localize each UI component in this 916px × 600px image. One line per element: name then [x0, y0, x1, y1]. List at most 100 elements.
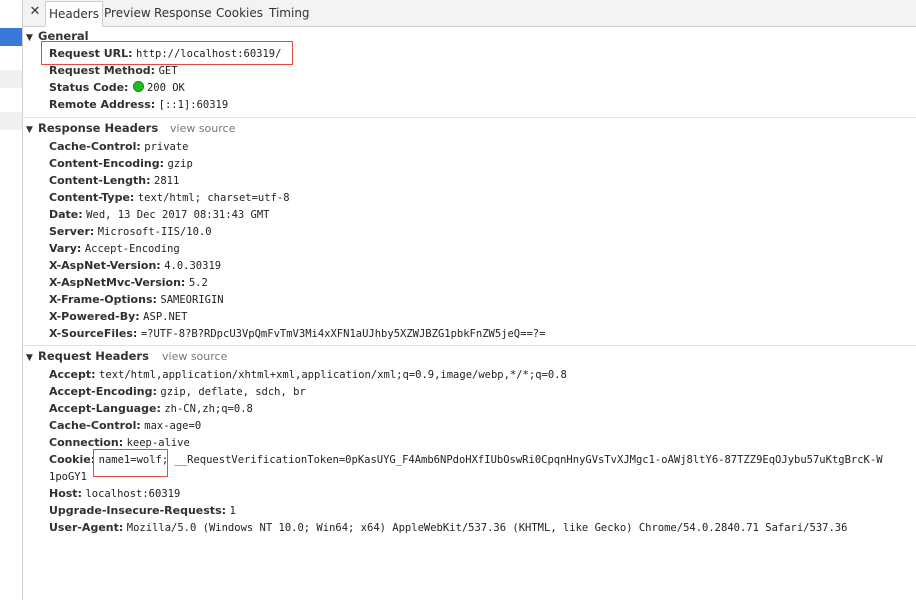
header-name: User-Agent:	[49, 521, 124, 534]
header-value: SAMEORIGIN	[160, 294, 224, 306]
header-row: Status Code: 200 OK	[49, 79, 916, 96]
header-row: Server: Microsoft-IIS/10.0	[49, 223, 916, 240]
header-name: Content-Length:	[49, 174, 151, 187]
triangle-down-icon[interactable]: ▼	[26, 350, 38, 367]
request-list-strip[interactable]	[0, 0, 23, 600]
header-name: X-Powered-By:	[49, 310, 140, 323]
header-value: gzip, deflate, sdch, br	[160, 386, 306, 398]
header-value: 200 OK	[146, 82, 185, 94]
header-row: X-SourceFiles: =?UTF-8?B?RDpcU3VpQmFvTmV…	[49, 325, 916, 342]
section-title: Response Headers	[38, 121, 159, 135]
tab-preview[interactable]: Preview	[101, 1, 154, 26]
header-row: Cookie: name1=wolf; __RequestVerificatio…	[49, 451, 916, 468]
header-name: Status Code:	[49, 81, 129, 94]
header-row: Vary: Accept-Encoding	[49, 240, 916, 257]
response-headers-section-header[interactable]: ▼ Response Headers view source	[23, 120, 916, 137]
header-value: 1poGY1	[49, 471, 87, 483]
tab-timing[interactable]: Timing	[266, 1, 313, 26]
close-icon[interactable]: ✕	[27, 3, 43, 21]
header-row: Request Method: GET	[49, 62, 916, 79]
header-row: Date: Wed, 13 Dec 2017 08:31:43 GMT	[49, 206, 916, 223]
header-row: User-Agent: Mozilla/5.0 (Windows NT 10.0…	[49, 519, 916, 536]
headers-panel: ▼ General Request URL: http://localhost:6…	[23, 27, 916, 600]
header-value: Microsoft-IIS/10.0	[97, 226, 212, 238]
header-value: 1	[229, 505, 236, 517]
triangle-down-icon[interactable]: ▼	[26, 122, 38, 139]
header-name: Cache-Control:	[49, 140, 141, 153]
request-row[interactable]	[0, 112, 22, 130]
triangle-down-icon[interactable]: ▼	[26, 30, 38, 47]
header-row: Content-Type: text/html; charset=utf-8	[49, 189, 916, 206]
header-value: name1=wolf; __RequestVerificationToken=0…	[98, 454, 883, 466]
header-row: Request URL: http://localhost:60319/	[49, 45, 916, 62]
header-row: X-Powered-By: ASP.NET	[49, 308, 916, 325]
header-name: X-Frame-Options:	[49, 293, 157, 306]
header-name: Request URL:	[49, 47, 133, 60]
header-value: private	[144, 141, 189, 153]
header-value: max-age=0	[144, 420, 202, 432]
header-row: Upgrade-Insecure-Requests: 1	[49, 502, 916, 519]
header-name: Content-Type:	[49, 191, 135, 204]
header-value: [::1]:60319	[158, 99, 229, 111]
header-row: Accept-Encoding: gzip, deflate, sdch, br	[49, 383, 916, 400]
divider	[23, 117, 916, 118]
header-value: GET	[158, 65, 178, 77]
tab-cookies[interactable]: Cookies	[213, 1, 266, 26]
header-name: Accept:	[49, 368, 96, 381]
header-name: Accept-Language:	[49, 402, 161, 415]
header-value: ASP.NET	[143, 311, 188, 323]
header-value: keep-alive	[126, 437, 190, 449]
status-ok-icon	[132, 81, 144, 92]
section-title: General	[38, 29, 89, 43]
header-name: Host:	[49, 487, 82, 500]
view-source-link[interactable]: view source	[170, 120, 235, 137]
header-value: 4.0.30319	[164, 260, 222, 272]
header-row: 1poGY1	[49, 468, 916, 485]
header-name: Upgrade-Insecure-Requests:	[49, 504, 227, 517]
header-value: Wed, 13 Dec 2017 08:31:43 GMT	[86, 209, 270, 221]
header-row: Accept: text/html,application/xhtml+xml,…	[49, 366, 916, 383]
view-source-link[interactable]: view source	[162, 348, 227, 365]
header-row: Cache-Control: private	[49, 138, 916, 155]
selected-request-row[interactable]	[0, 28, 22, 46]
request-headers-section-header[interactable]: ▼ Request Headers view source	[23, 348, 916, 365]
header-row: Host: localhost:60319	[49, 485, 916, 502]
header-value: 5.2	[188, 277, 208, 289]
header-row: X-Frame-Options: SAMEORIGIN	[49, 291, 916, 308]
header-row: Remote Address: [::1]:60319	[49, 96, 916, 113]
header-row: X-AspNetMvc-Version: 5.2	[49, 274, 916, 291]
header-name: Date:	[49, 208, 83, 221]
header-name: Connection:	[49, 436, 124, 449]
detail-tabbar: ✕ Headers Preview Response Cookies Timin…	[23, 0, 916, 27]
section-title: Request Headers	[38, 349, 149, 363]
tab-headers[interactable]: Headers	[45, 1, 103, 27]
tab-response[interactable]: Response	[151, 1, 215, 26]
header-name: X-AspNetMvc-Version:	[49, 276, 186, 289]
header-value: zh-CN,zh;q=0.8	[164, 403, 253, 415]
header-row: Cache-Control: max-age=0	[49, 417, 916, 434]
header-value: gzip	[167, 158, 193, 170]
header-row: Connection: keep-alive	[49, 434, 916, 451]
header-row: Content-Length: 2811	[49, 172, 916, 189]
header-row: Accept-Language: zh-CN,zh;q=0.8	[49, 400, 916, 417]
header-row: X-AspNet-Version: 4.0.30319	[49, 257, 916, 274]
header-value: Accept-Encoding	[84, 243, 180, 255]
header-name: X-AspNet-Version:	[49, 259, 161, 272]
header-name: Accept-Encoding:	[49, 385, 157, 398]
header-value: Mozilla/5.0 (Windows NT 10.0; Win64; x64…	[126, 522, 848, 534]
header-value: http://localhost:60319/	[136, 48, 282, 60]
header-name: Content-Encoding:	[49, 157, 165, 170]
header-name: Request Method:	[49, 64, 156, 77]
divider	[23, 345, 916, 346]
header-value: localhost:60319	[85, 488, 181, 500]
general-section-header[interactable]: ▼ General	[23, 28, 916, 45]
header-name: Vary:	[49, 242, 82, 255]
header-value: text/html,application/xhtml+xml,applicat…	[99, 369, 567, 381]
header-row: Content-Encoding: gzip	[49, 155, 916, 172]
header-value: =?UTF-8?B?RDpcU3VpQmFvTmV3Mi4xXFN1aUJhby…	[140, 328, 546, 340]
header-name: Remote Address:	[49, 98, 156, 111]
header-name: X-SourceFiles:	[49, 327, 138, 340]
header-name: Server:	[49, 225, 95, 238]
header-value: 2811	[154, 175, 180, 187]
request-row[interactable]	[0, 70, 22, 88]
